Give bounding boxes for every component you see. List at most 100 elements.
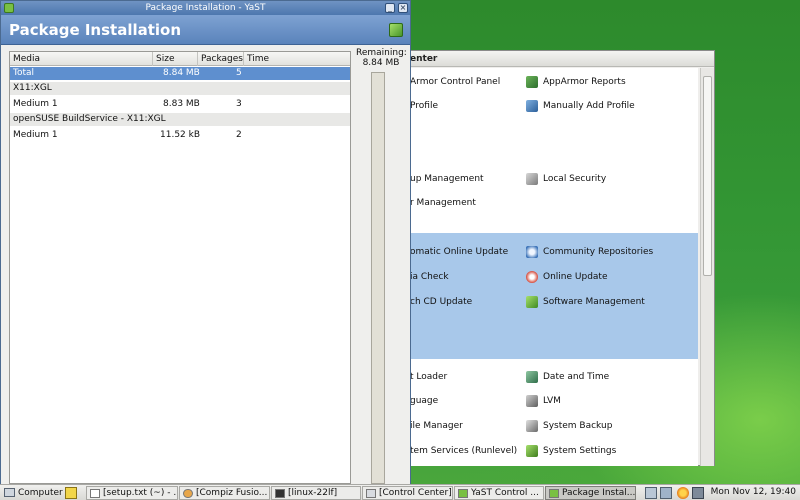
cc-item-label: omatic Online Update — [410, 247, 509, 257]
remaining-label: Remaining: — [356, 48, 407, 58]
computer-menu-button[interactable]: Computer — [2, 486, 63, 500]
taskbar-item-package-installation[interactable]: Package Instal... — [545, 486, 636, 500]
cc-item-label: guage — [410, 396, 439, 406]
yast-icon — [458, 489, 468, 498]
update-applet-icon[interactable] — [677, 487, 689, 499]
date-time-icon — [526, 370, 538, 383]
package-installation-window: Package Installation - YaST _ × Package … — [0, 0, 411, 484]
cc-item-local-security[interactable]: Local Security — [526, 171, 606, 187]
cc-item-manually-add-profile[interactable]: Manually Add Profile — [526, 98, 635, 114]
cc-item-label: System Settings — [543, 446, 617, 456]
cell-media: Total — [13, 68, 35, 78]
cc-item-label: Date and Time — [543, 372, 610, 382]
cc-item-label: AppArmor Reports — [543, 77, 626, 87]
system-backup-icon — [526, 419, 538, 432]
local-security-icon — [526, 172, 538, 185]
terminal-icon — [275, 489, 285, 498]
taskbar-item-label: [Control Center] — [379, 488, 452, 498]
display-icon[interactable] — [660, 487, 672, 499]
control-center-scrollbar[interactable] — [700, 68, 714, 466]
taskbar-item-compiz-fusion[interactable]: [Compiz Fusio... — [179, 486, 270, 500]
table-row[interactable]: Medium 1 11.52 kB 2 — [10, 129, 350, 142]
scrollbar-thumb[interactable] — [703, 76, 712, 276]
cell-media: X11:XGL — [13, 83, 52, 93]
computer-icon — [4, 488, 15, 497]
cc-item-label: Manually Add Profile — [543, 101, 635, 111]
text-editor-icon — [90, 489, 100, 498]
control-center-icon — [366, 489, 376, 498]
window-titlebar[interactable]: Package Installation - YaST _ × — [1, 1, 410, 15]
software-management-icon — [526, 295, 538, 308]
control-center-module-list: Armor Control Panel AppArmor Reports Pro… — [406, 68, 698, 466]
cell-media: Medium 1 — [13, 99, 58, 109]
table-row[interactable]: Total 8.84 MB 5 — [10, 67, 350, 80]
close-button[interactable]: × — [398, 3, 408, 13]
taskbar-item-yast-control[interactable]: YaST Control ... — [454, 486, 544, 500]
cc-item-date-and-time[interactable]: Date and Time — [526, 369, 609, 385]
dialog-body: Media Size Packages Time Total 8.84 MB 5… — [1, 46, 410, 484]
table-row[interactable]: openSUSE BuildService - X11:XGL — [10, 113, 350, 126]
cell-size: 8.84 MB — [163, 68, 200, 78]
cc-item-apparmor-reports[interactable]: AppArmor Reports — [526, 74, 626, 90]
cc-item-boot-loader[interactable]: t Loader — [410, 369, 447, 385]
taskbar-item-control-center[interactable]: [Control Center] — [362, 486, 453, 500]
cc-item-apparmor-control-panel[interactable]: Armor Control Panel — [410, 74, 500, 90]
cc-item-patch-cd-update[interactable]: ch CD Update — [410, 294, 472, 310]
add-profile-icon — [526, 99, 538, 112]
cc-item-profile[interactable]: Profile — [410, 98, 438, 114]
clock[interactable]: Mon Nov 12, 19:40 — [711, 485, 796, 500]
column-header-time[interactable]: Time — [244, 52, 350, 66]
cc-item-online-update[interactable]: Online Update — [526, 269, 608, 285]
cc-item-system-backup[interactable]: System Backup — [526, 418, 612, 434]
cc-item-label: r Management — [410, 198, 476, 208]
taskbar-item-terminal[interactable]: [linux-22lf] — [271, 486, 361, 500]
cc-item-software-management[interactable]: Software Management — [526, 294, 645, 310]
cc-item-label: Local Security — [543, 174, 607, 184]
system-settings-icon — [526, 444, 538, 457]
taskbar-item-label: Package Instal... — [562, 488, 636, 498]
total-progress-bar — [371, 72, 385, 484]
cc-item-automatic-online-update[interactable]: omatic Online Update — [410, 244, 508, 260]
cc-item-user-management[interactable]: r Management — [410, 195, 476, 211]
column-header-media[interactable]: Media — [10, 52, 153, 66]
dialog-header: Package Installation — [1, 15, 410, 45]
cell-size: 11.52 kB — [160, 130, 201, 140]
cc-item-label: System Backup — [543, 421, 613, 431]
cc-item-community-repositories[interactable]: Community Repositories — [526, 244, 653, 260]
column-header-size[interactable]: Size — [153, 52, 198, 66]
taskbar-item-setup-txt[interactable]: [setup.txt (~) - ... — [86, 486, 178, 500]
remaining-value: 8.84 MB — [362, 58, 400, 68]
volume-icon[interactable] — [692, 487, 704, 499]
column-header-packages[interactable]: Packages — [198, 52, 244, 66]
window-title: Package Installation - YaST — [145, 3, 266, 13]
cell-packages: 3 — [236, 99, 242, 109]
package-icon — [549, 489, 559, 498]
cell-size: 8.83 MB — [163, 99, 200, 109]
window-menu-icon[interactable] — [4, 3, 14, 13]
cc-item-profile-manager[interactable]: ile Manager — [410, 418, 463, 434]
notes-launcher-icon[interactable] — [65, 487, 77, 499]
taskbar-item-label: [linux-22lf] — [288, 488, 338, 498]
cell-packages: 5 — [236, 68, 242, 78]
control-center-title: enter — [406, 51, 714, 67]
cell-packages: 2 — [236, 130, 242, 140]
cc-item-label: tem Services (Runlevel) — [410, 446, 518, 456]
table-row[interactable]: X11:XGL — [10, 82, 350, 95]
cc-item-group-management[interactable]: up Management — [410, 171, 484, 187]
media-table[interactable]: Media Size Packages Time Total 8.84 MB 5… — [9, 51, 351, 484]
cc-item-label: Armor Control Panel — [410, 77, 501, 87]
dialog-title: Package Installation — [9, 21, 182, 39]
cc-item-label: Community Repositories — [543, 247, 654, 257]
computer-label: Computer — [18, 488, 63, 498]
cc-item-language[interactable]: guage — [410, 393, 438, 409]
cc-item-media-check[interactable]: ia Check — [410, 269, 449, 285]
control-center-window: enter Armor Control Panel AppArmor Repor… — [405, 50, 715, 466]
cc-item-system-settings[interactable]: System Settings — [526, 443, 616, 459]
cc-item-label: Profile — [410, 101, 438, 111]
table-row[interactable]: Medium 1 8.83 MB 3 — [10, 98, 350, 111]
minimize-button[interactable]: _ — [385, 3, 395, 13]
cc-item-lvm[interactable]: LVM — [526, 393, 561, 409]
network-icon[interactable] — [645, 487, 657, 499]
cc-item-system-services-runlevel[interactable]: tem Services (Runlevel) — [410, 443, 517, 459]
cc-item-label: ch CD Update — [410, 297, 473, 307]
